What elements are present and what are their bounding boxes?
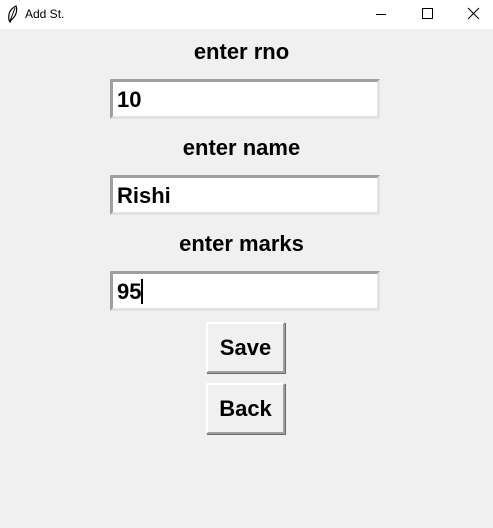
- rno-value: 10: [117, 87, 142, 112]
- marks-field[interactable]: 95: [110, 271, 380, 311]
- feather-icon: [6, 5, 20, 24]
- minimize-button[interactable]: [358, 0, 404, 29]
- window-title: Add St.: [25, 7, 65, 21]
- rno-label: enter rno: [193, 39, 290, 64]
- rno-field[interactable]: 10: [110, 79, 380, 119]
- marks-label: enter marks: [179, 231, 304, 256]
- text-caret: [141, 279, 144, 304]
- close-icon: [467, 7, 480, 20]
- name-label: enter name: [182, 135, 301, 160]
- name-value: Rishi: [117, 183, 171, 208]
- save-button[interactable]: Save: [206, 322, 285, 373]
- name-field[interactable]: Rishi: [110, 175, 380, 215]
- title-bar: Add St.: [0, 0, 493, 29]
- close-button[interactable]: [450, 0, 493, 29]
- marks-value: 95: [117, 279, 142, 304]
- maximize-button[interactable]: [404, 0, 450, 29]
- maximize-icon: [422, 8, 433, 19]
- minimize-icon: [376, 14, 386, 15]
- back-button[interactable]: Back: [206, 383, 285, 434]
